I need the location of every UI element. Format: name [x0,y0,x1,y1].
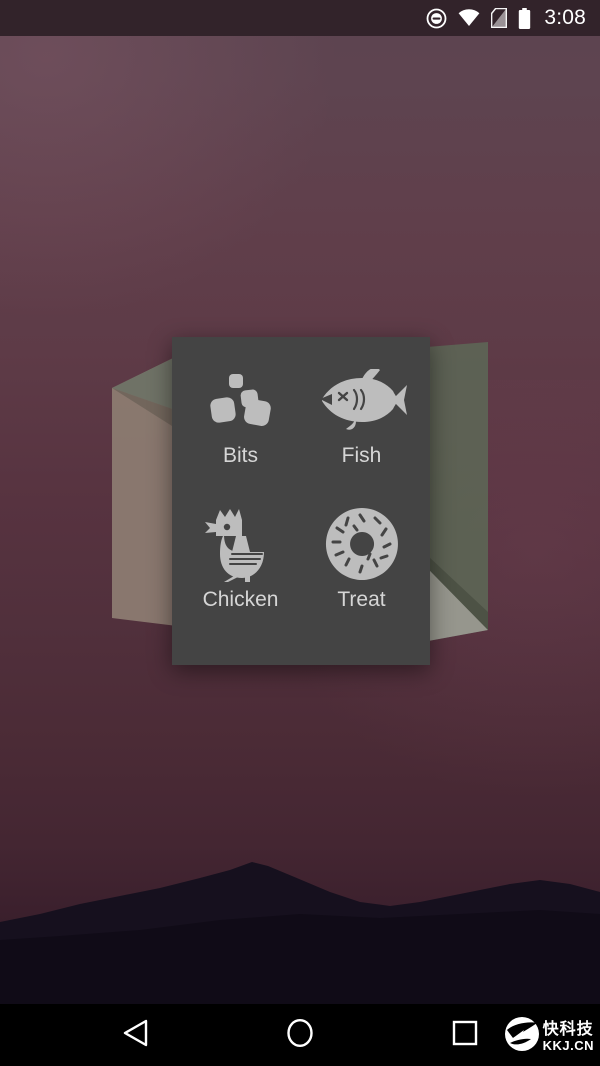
food-option-grid: Bits Fish Chicken Treat [172,337,430,665]
bits-icon [193,359,289,441]
food-option-bits[interactable]: Bits [180,359,301,503]
food-option-label: Fish [341,444,382,467]
kkj-logo-icon [504,1016,540,1057]
fish-icon [314,359,410,441]
status-bar-clock: 3:08 [544,6,586,29]
kkj-watermark-text: 快科技 KKJ.CN [542,1018,594,1053]
chicken-icon [193,503,289,585]
cat-food-picker-dialog[interactable]: Bits Fish Chicken Treat [172,337,430,665]
kkj-watermark-en: KKJ.CN [542,1037,594,1053]
food-option-label: Treat [337,588,386,611]
wifi-icon [458,9,480,27]
food-option-chicken[interactable]: Chicken [180,503,301,647]
kkj-watermark-cn: 快科技 [542,1018,594,1038]
donut-treat-icon [314,503,410,585]
back-button[interactable] [90,1004,180,1066]
recents-button[interactable] [420,1004,510,1066]
status-bar: 3:08 [0,0,600,36]
wallpaper-glow-top-left [0,0,340,320]
back-triangle-icon [122,1019,148,1052]
mountain-silhouette [0,862,600,1004]
home-circle-icon [286,1018,314,1053]
phone-screenshot: Bits Fish Chicken Treat 3:08 快科技 KKJ.CN [0,0,600,1066]
home-button[interactable] [255,1004,345,1066]
no-sim-icon [491,8,508,28]
food-option-label: Chicken [202,588,279,611]
food-option-label: Bits [222,444,258,467]
navigation-bar: 快科技 KKJ.CN [0,1004,600,1066]
recents-square-icon [452,1020,478,1051]
food-option-fish[interactable]: Fish [301,359,422,503]
do-not-disturb-icon [426,8,447,29]
battery-icon [518,7,531,29]
kkj-watermark: 快科技 KKJ.CN [504,1016,594,1057]
food-option-treat[interactable]: Treat [301,503,422,647]
